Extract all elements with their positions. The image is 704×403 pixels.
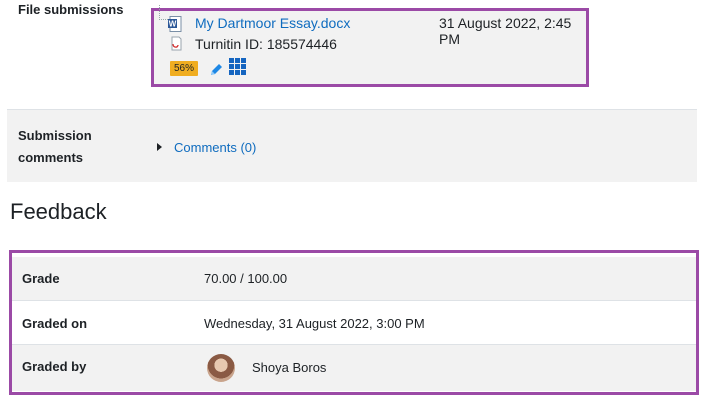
submission-comments-label-line2: comments bbox=[18, 150, 84, 165]
tree-connector bbox=[159, 5, 168, 20]
submission-comments-label: Submission comments bbox=[18, 125, 92, 169]
edit-pencil-icon[interactable] bbox=[209, 62, 224, 82]
file-date: 31 August 2022, 2:45 PM bbox=[439, 15, 572, 47]
graded-by-row: Graded by Shoya Boros bbox=[12, 345, 696, 391]
comments-link[interactable]: Comments (0) bbox=[174, 140, 256, 155]
avatar[interactable] bbox=[207, 354, 235, 382]
turnitin-id: Turnitin ID: 185574446 bbox=[195, 36, 337, 52]
graded-by-label: Graded by bbox=[22, 359, 87, 374]
graded-on-row: Graded on Wednesday, 31 August 2022, 3:0… bbox=[12, 301, 696, 345]
graded-on-label: Graded on bbox=[22, 316, 88, 331]
feedback-heading: Feedback bbox=[10, 199, 107, 224]
grade-row: Grade 70.00 / 100.00 bbox=[12, 257, 696, 301]
caret-right-icon[interactable] bbox=[157, 143, 162, 151]
grader-name[interactable]: Shoya Boros bbox=[252, 360, 326, 375]
grade-value: 70.00 / 100.00 bbox=[204, 271, 288, 286]
graded-on-value: Wednesday, 31 August 2022, 3:00 PM bbox=[204, 316, 425, 331]
svg-text:W: W bbox=[169, 20, 177, 29]
turnitin-icon bbox=[169, 36, 183, 57]
file-submission-panel: W My Dartmoor Essay.docx 31 August 2022,… bbox=[151, 5, 589, 87]
submission-comments-row: Submission comments Comments (0) bbox=[7, 109, 697, 182]
similarity-score-badge[interactable]: 56% bbox=[170, 61, 199, 76]
word-document-icon: W bbox=[168, 16, 182, 37]
file-submissions-label: File submissions bbox=[18, 2, 124, 17]
feedback-table: Grade 70.00 / 100.00 Graded on Wednesday… bbox=[9, 250, 699, 395]
file-name-link[interactable]: My Dartmoor Essay.docx bbox=[195, 15, 350, 31]
grade-label: Grade bbox=[22, 271, 60, 286]
submission-comments-label-line1: Submission bbox=[18, 128, 92, 143]
grademark-grid-icon[interactable] bbox=[229, 58, 247, 81]
